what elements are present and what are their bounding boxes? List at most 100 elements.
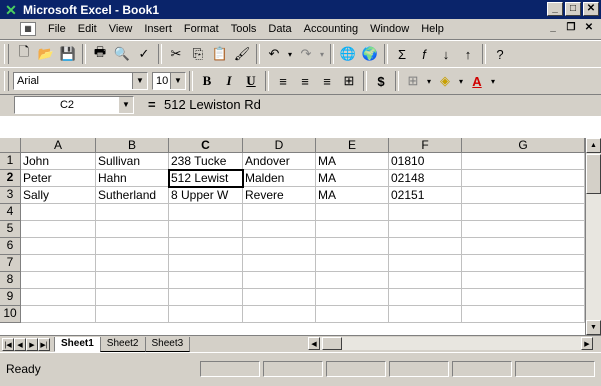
column-header-a[interactable]: A [21, 138, 96, 153]
grid-cell[interactable] [462, 289, 585, 306]
prev-sheet-icon[interactable]: ◀ [14, 337, 26, 351]
sort-descending-icon[interactable]: ↑ [457, 43, 479, 65]
toolbar-grip[interactable] [4, 44, 9, 64]
save-icon[interactable]: 💾 [57, 43, 79, 65]
grid-cell[interactable] [462, 170, 585, 187]
grid-cell[interactable] [96, 272, 169, 289]
grid-cell[interactable] [389, 272, 462, 289]
toolbar-grip[interactable] [4, 71, 9, 91]
menu-insert[interactable]: Insert [138, 23, 178, 35]
tab-sheet3[interactable]: Sheet3 [144, 336, 191, 352]
grid-cell[interactable] [243, 272, 316, 289]
doc-minimize-button[interactable]: _ [545, 21, 561, 35]
grid-cell[interactable] [21, 255, 96, 272]
grid-cell[interactable] [462, 204, 585, 221]
grid-cell[interactable] [316, 306, 389, 323]
grid-cell[interactable] [389, 306, 462, 323]
italic-button[interactable]: I [218, 70, 240, 92]
row-header-8[interactable]: 8 [0, 272, 21, 289]
grid-cell[interactable]: Sally [21, 187, 96, 204]
tab-sheet1[interactable]: Sheet1 [54, 336, 101, 352]
paste-icon[interactable]: 📋 [209, 43, 231, 65]
grid-cell[interactable] [462, 153, 585, 170]
minimize-button[interactable]: _ [547, 2, 563, 16]
grid-cell[interactable]: Peter [21, 170, 96, 187]
grid-cell[interactable] [169, 289, 243, 306]
grid-cell[interactable] [462, 238, 585, 255]
row-header-2[interactable]: 2 [0, 170, 21, 187]
selected-cell-border[interactable] [168, 169, 244, 188]
menu-format[interactable]: Format [178, 23, 225, 35]
new-icon[interactable]: 🗋 [13, 43, 35, 65]
grid-cell[interactable] [169, 306, 243, 323]
grid-cell[interactable] [21, 306, 96, 323]
grid-cell[interactable] [96, 204, 169, 221]
grid-cell[interactable] [21, 289, 96, 306]
row-header-7[interactable]: 7 [0, 255, 21, 272]
function-icon[interactable]: f [413, 43, 435, 65]
grid-cell[interactable]: MA [316, 187, 389, 204]
align-center-icon[interactable]: ≡ [294, 70, 316, 92]
grid-cell[interactable]: MA [316, 153, 389, 170]
scroll-left-icon[interactable]: ◀ [308, 337, 320, 350]
select-all-corner[interactable] [0, 138, 21, 153]
grid-cell[interactable]: Revere [243, 187, 316, 204]
horizontal-scrollbar[interactable]: ◀ ▶ [308, 337, 593, 350]
merge-center-icon[interactable]: ⊞ [338, 70, 360, 92]
grid-cell[interactable] [243, 289, 316, 306]
column-header-d[interactable]: D [243, 138, 316, 153]
font-name-select[interactable]: Arial ▼ [13, 72, 148, 90]
menu-edit[interactable]: Edit [72, 23, 103, 35]
grid-cell[interactable] [462, 187, 585, 204]
borders-dropdown-icon[interactable]: ▾ [424, 70, 434, 92]
chevron-down-icon[interactable]: ▼ [170, 73, 185, 89]
column-header-f[interactable]: F [389, 138, 462, 153]
maximize-button[interactable]: □ [565, 2, 581, 16]
menu-data[interactable]: Data [262, 23, 297, 35]
currency-button[interactable]: $ [370, 70, 392, 92]
format-painter-icon[interactable]: 🖌 [231, 43, 253, 65]
chevron-down-icon[interactable]: ▼ [119, 97, 133, 113]
grid-cell[interactable] [169, 272, 243, 289]
bold-button[interactable]: B [196, 70, 218, 92]
grid-cell[interactable] [243, 306, 316, 323]
grid-cell[interactable] [243, 238, 316, 255]
doc-restore-button[interactable]: ❐ [563, 21, 579, 35]
menu-tools[interactable]: Tools [225, 23, 263, 35]
font-color-dropdown-icon[interactable]: ▾ [488, 70, 498, 92]
row-header-1[interactable]: 1 [0, 153, 21, 170]
grid-cell[interactable] [96, 289, 169, 306]
column-header-c[interactable]: C [169, 138, 243, 153]
grid-cell[interactable] [169, 255, 243, 272]
grid-cell[interactable] [462, 306, 585, 323]
scroll-right-icon[interactable]: ▶ [581, 337, 593, 350]
horizontal-scroll-thumb[interactable] [322, 337, 342, 350]
doc-close-button[interactable]: ✕ [581, 21, 597, 35]
grid-cell[interactable]: Hahn [96, 170, 169, 187]
menu-help[interactable]: Help [415, 23, 450, 35]
tab-sheet2[interactable]: Sheet2 [99, 336, 146, 352]
row-header-4[interactable]: 4 [0, 204, 21, 221]
row-header-6[interactable]: 6 [0, 238, 21, 255]
grid-cell[interactable] [316, 238, 389, 255]
row-header-10[interactable]: 10 [0, 306, 21, 323]
print-icon[interactable]: 🖶 [89, 43, 111, 65]
vertical-scroll-thumb[interactable] [586, 154, 601, 194]
grid-cell[interactable] [389, 289, 462, 306]
web-toolbar-icon[interactable]: 🌍 [359, 43, 381, 65]
grid-cell[interactable] [96, 306, 169, 323]
grid-cell[interactable] [389, 238, 462, 255]
grid-cell[interactable]: MA [316, 170, 389, 187]
undo-icon[interactable]: ↶ [263, 43, 285, 65]
open-icon[interactable]: 📂 [35, 43, 57, 65]
grid-cell[interactable] [462, 255, 585, 272]
menu-file[interactable]: File [42, 23, 72, 35]
print-preview-icon[interactable]: 🔍 [111, 43, 133, 65]
cut-icon[interactable]: ✂ [165, 43, 187, 65]
row-header-9[interactable]: 9 [0, 289, 21, 306]
grid-cell[interactable] [316, 272, 389, 289]
vertical-scrollbar[interactable]: ▲ ▼ [585, 138, 601, 335]
help-icon[interactable]: ? [489, 43, 511, 65]
fill-color-dropdown-icon[interactable]: ▾ [456, 70, 466, 92]
undo-dropdown-icon[interactable]: ▾ [285, 43, 295, 65]
